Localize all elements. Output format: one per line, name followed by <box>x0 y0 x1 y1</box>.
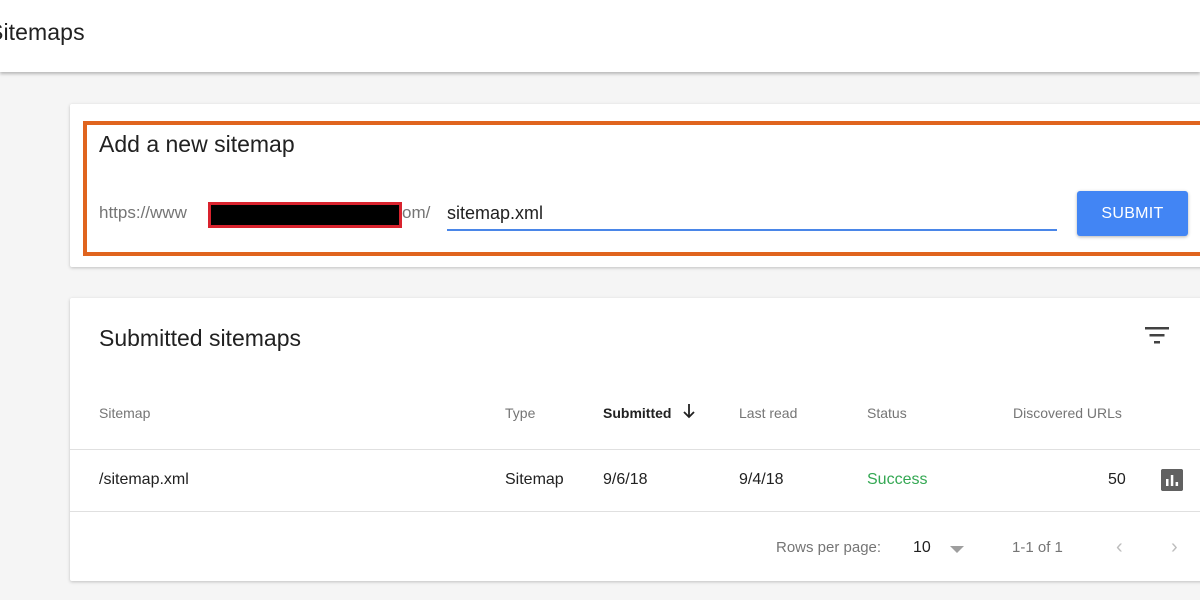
next-page-icon[interactable]: › <box>1171 536 1178 559</box>
cell-submitted: 9/6/18 <box>603 471 648 488</box>
cell-status: Success <box>867 471 928 488</box>
arrow-down-icon[interactable] <box>682 403 696 419</box>
column-header-sitemap[interactable]: Sitemap <box>99 405 150 421</box>
rows-per-page-select[interactable]: 10 <box>913 539 931 557</box>
url-prefix: https://www <box>99 203 187 222</box>
cell-type: Sitemap <box>505 471 564 488</box>
pagination-range: 1-1 of 1 <box>1012 539 1063 556</box>
rows-per-page-label: Rows per page: <box>776 539 882 556</box>
add-sitemap-card <box>70 104 1200 267</box>
add-sitemap-title: Add a new sitemap <box>99 131 295 157</box>
submitted-sitemaps-title: Submitted sitemaps <box>99 325 301 351</box>
submit-button[interactable]: SUBMIT <box>1077 191 1188 236</box>
previous-page-icon[interactable]: ‹ <box>1116 536 1123 559</box>
column-header-discovered-urls[interactable]: Discovered URLs <box>1013 405 1122 421</box>
bar-chart-icon[interactable] <box>1161 469 1183 491</box>
column-header-status[interactable]: Status <box>867 405 907 421</box>
cell-sitemap: /sitemap.xml <box>99 471 189 488</box>
url-suffix: om/ <box>402 203 431 222</box>
row-divider <box>70 511 1200 512</box>
redacted-domain <box>208 202 402 228</box>
header-divider <box>70 449 1200 450</box>
sitemap-url-input[interactable] <box>447 198 1057 231</box>
cell-discovered-urls: 50 <box>1108 471 1126 488</box>
column-header-type[interactable]: Type <box>505 405 535 421</box>
page-title: Sitemaps <box>0 19 85 45</box>
filter-icon[interactable] <box>1144 325 1170 345</box>
column-header-submitted[interactable]: Submitted <box>603 405 671 421</box>
column-header-last-read[interactable]: Last read <box>739 405 797 421</box>
dropdown-arrow-icon[interactable] <box>950 546 964 553</box>
app-header: Sitemaps <box>0 0 1200 72</box>
cell-last-read: 9/4/18 <box>739 471 784 488</box>
